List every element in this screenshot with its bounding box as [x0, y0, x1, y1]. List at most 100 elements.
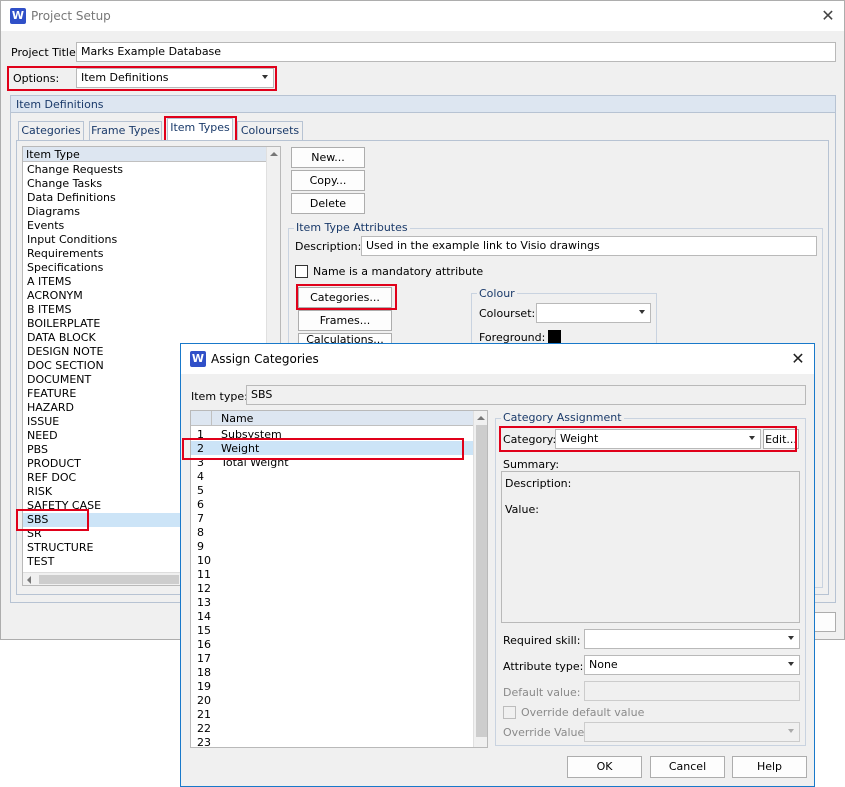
list-item[interactable]: ISSUE	[27, 415, 59, 429]
table-row[interactable]: 17	[191, 652, 473, 666]
required-skill-select[interactable]	[584, 629, 800, 649]
table-row[interactable]: 3 Total Weight	[191, 456, 473, 470]
list-item[interactable]: SR	[27, 527, 42, 541]
table-row[interactable]: 21	[191, 708, 473, 722]
list-item[interactable]: SAFETY CASE	[27, 499, 101, 513]
project-title-input[interactable]: Marks Example Database	[76, 42, 836, 62]
project-title-label: Project Title:	[11, 46, 80, 59]
category-list[interactable]: Name 1 Subsystem 2 Weight 3 Total Weight 4 5 6 7 8…	[190, 410, 488, 748]
list-item[interactable]: PBS	[27, 443, 48, 457]
scroll-thumb[interactable]	[476, 425, 487, 737]
colourset-select[interactable]	[536, 303, 651, 323]
list-item[interactable]: SBS	[27, 513, 48, 527]
frames-button[interactable]: Frames...	[298, 310, 392, 331]
colourset-label: Colourset:	[479, 307, 536, 320]
table-row[interactable]: 7	[191, 512, 473, 526]
table-row[interactable]: 5	[191, 484, 473, 498]
list-item[interactable]: A ITEMS	[27, 275, 71, 289]
list-item[interactable]: Requirements	[27, 247, 103, 261]
row-number: 11	[197, 568, 211, 581]
cancel-button[interactable]: Cancel	[650, 756, 725, 778]
list-item[interactable]: STRUCTURE	[27, 541, 93, 555]
table-row[interactable]: 9	[191, 540, 473, 554]
description-input[interactable]: Used in the example link to Visio drawin…	[361, 236, 817, 256]
table-row[interactable]: 20	[191, 694, 473, 708]
row-number: 12	[197, 582, 211, 595]
list-item[interactable]: BOILERPLATE	[27, 317, 100, 331]
delete-button[interactable]: Delete	[291, 193, 365, 214]
list-item[interactable]: ACRONYM	[27, 289, 83, 303]
list-item[interactable]: Data Definitions	[27, 191, 116, 205]
row-number: 15	[197, 624, 211, 637]
default-value-label: Default value:	[503, 686, 581, 699]
list-item[interactable]: FEATURE	[27, 387, 76, 401]
tab-item-types[interactable]: Item Types	[167, 118, 233, 141]
scroll-up-icon[interactable]	[477, 416, 485, 420]
ok-button[interactable]: OK	[567, 756, 642, 778]
row-number: 2	[197, 442, 204, 455]
category-select[interactable]: Weight	[555, 429, 761, 449]
row-number: 19	[197, 680, 211, 693]
table-row[interactable]: 2 Weight	[191, 442, 473, 456]
copy-button[interactable]: Copy...	[291, 170, 365, 191]
list-item[interactable]: RISK	[27, 485, 52, 499]
list-item[interactable]: Specifications	[27, 261, 103, 275]
categories-button[interactable]: Categories...	[298, 287, 392, 308]
new-button[interactable]: New...	[291, 147, 365, 168]
list-item[interactable]: B ITEMS	[27, 303, 71, 317]
list-item[interactable]: Change Tasks	[27, 177, 102, 191]
list-item[interactable]: NEED	[27, 429, 58, 443]
override-value-select	[584, 722, 800, 742]
scroll-up-icon[interactable]	[270, 152, 278, 156]
list-item[interactable]: Change Requests	[27, 163, 123, 177]
list-item[interactable]: PRODUCT	[27, 457, 81, 471]
tab-coloursets[interactable]: Coloursets	[237, 121, 303, 141]
table-row[interactable]: 13	[191, 596, 473, 610]
row-number: 6	[197, 498, 204, 511]
table-row[interactable]: 10	[191, 554, 473, 568]
list-item[interactable]: Diagrams	[27, 205, 80, 219]
list-item[interactable]: TEST	[27, 555, 54, 569]
help-button[interactable]: Help	[732, 756, 807, 778]
dialog-title-bar: W Assign Categories ✕	[181, 344, 814, 374]
table-row[interactable]: 22	[191, 722, 473, 736]
mandatory-checkbox[interactable]	[295, 265, 308, 278]
scroll-thumb[interactable]	[39, 575, 179, 584]
table-row[interactable]: 12	[191, 582, 473, 596]
table-row[interactable]: 8	[191, 526, 473, 540]
list-item[interactable]: DOC SECTION	[27, 359, 104, 373]
list-item[interactable]: DATA BLOCK	[27, 331, 96, 345]
list-item[interactable]: REF DOC	[27, 471, 76, 485]
edit-button[interactable]: Edit...	[763, 429, 799, 449]
list-item[interactable]: DOCUMENT	[27, 373, 91, 387]
row-number: 4	[197, 470, 204, 483]
list-item[interactable]: DESIGN NOTE	[27, 345, 103, 359]
options-select[interactable]: Item Definitions	[76, 68, 274, 88]
main-ok-button-partial[interactable]	[813, 612, 836, 632]
category-scrollbar[interactable]	[473, 411, 487, 747]
mandatory-label: Name is a mandatory attribute	[313, 265, 484, 278]
tab-categories[interactable]: Categories	[18, 121, 84, 141]
table-row[interactable]: 23	[191, 736, 473, 747]
default-value-input	[584, 681, 800, 701]
scroll-left-icon[interactable]	[27, 576, 31, 584]
row-name: Subsystem	[221, 428, 282, 441]
list-item[interactable]: HAZARD	[27, 401, 74, 415]
attribute-type-select[interactable]: None	[584, 655, 800, 675]
table-row[interactable]: 11	[191, 568, 473, 582]
close-icon[interactable]: ✕	[819, 7, 837, 25]
table-row[interactable]: 18	[191, 666, 473, 680]
list-item[interactable]: Events	[27, 219, 64, 233]
table-row[interactable]: 4	[191, 470, 473, 484]
table-row[interactable]: 16	[191, 638, 473, 652]
table-row[interactable]: 14	[191, 610, 473, 624]
table-row[interactable]: 1 Subsystem	[191, 428, 473, 442]
foreground-swatch[interactable]	[548, 330, 561, 343]
chevron-down-icon	[262, 75, 268, 79]
table-row[interactable]: 15	[191, 624, 473, 638]
table-row[interactable]: 19	[191, 680, 473, 694]
tab-frame-types[interactable]: Frame Types	[89, 121, 162, 141]
list-item[interactable]: Input Conditions	[27, 233, 117, 247]
dialog-close-icon[interactable]: ✕	[789, 350, 807, 368]
table-row[interactable]: 6	[191, 498, 473, 512]
